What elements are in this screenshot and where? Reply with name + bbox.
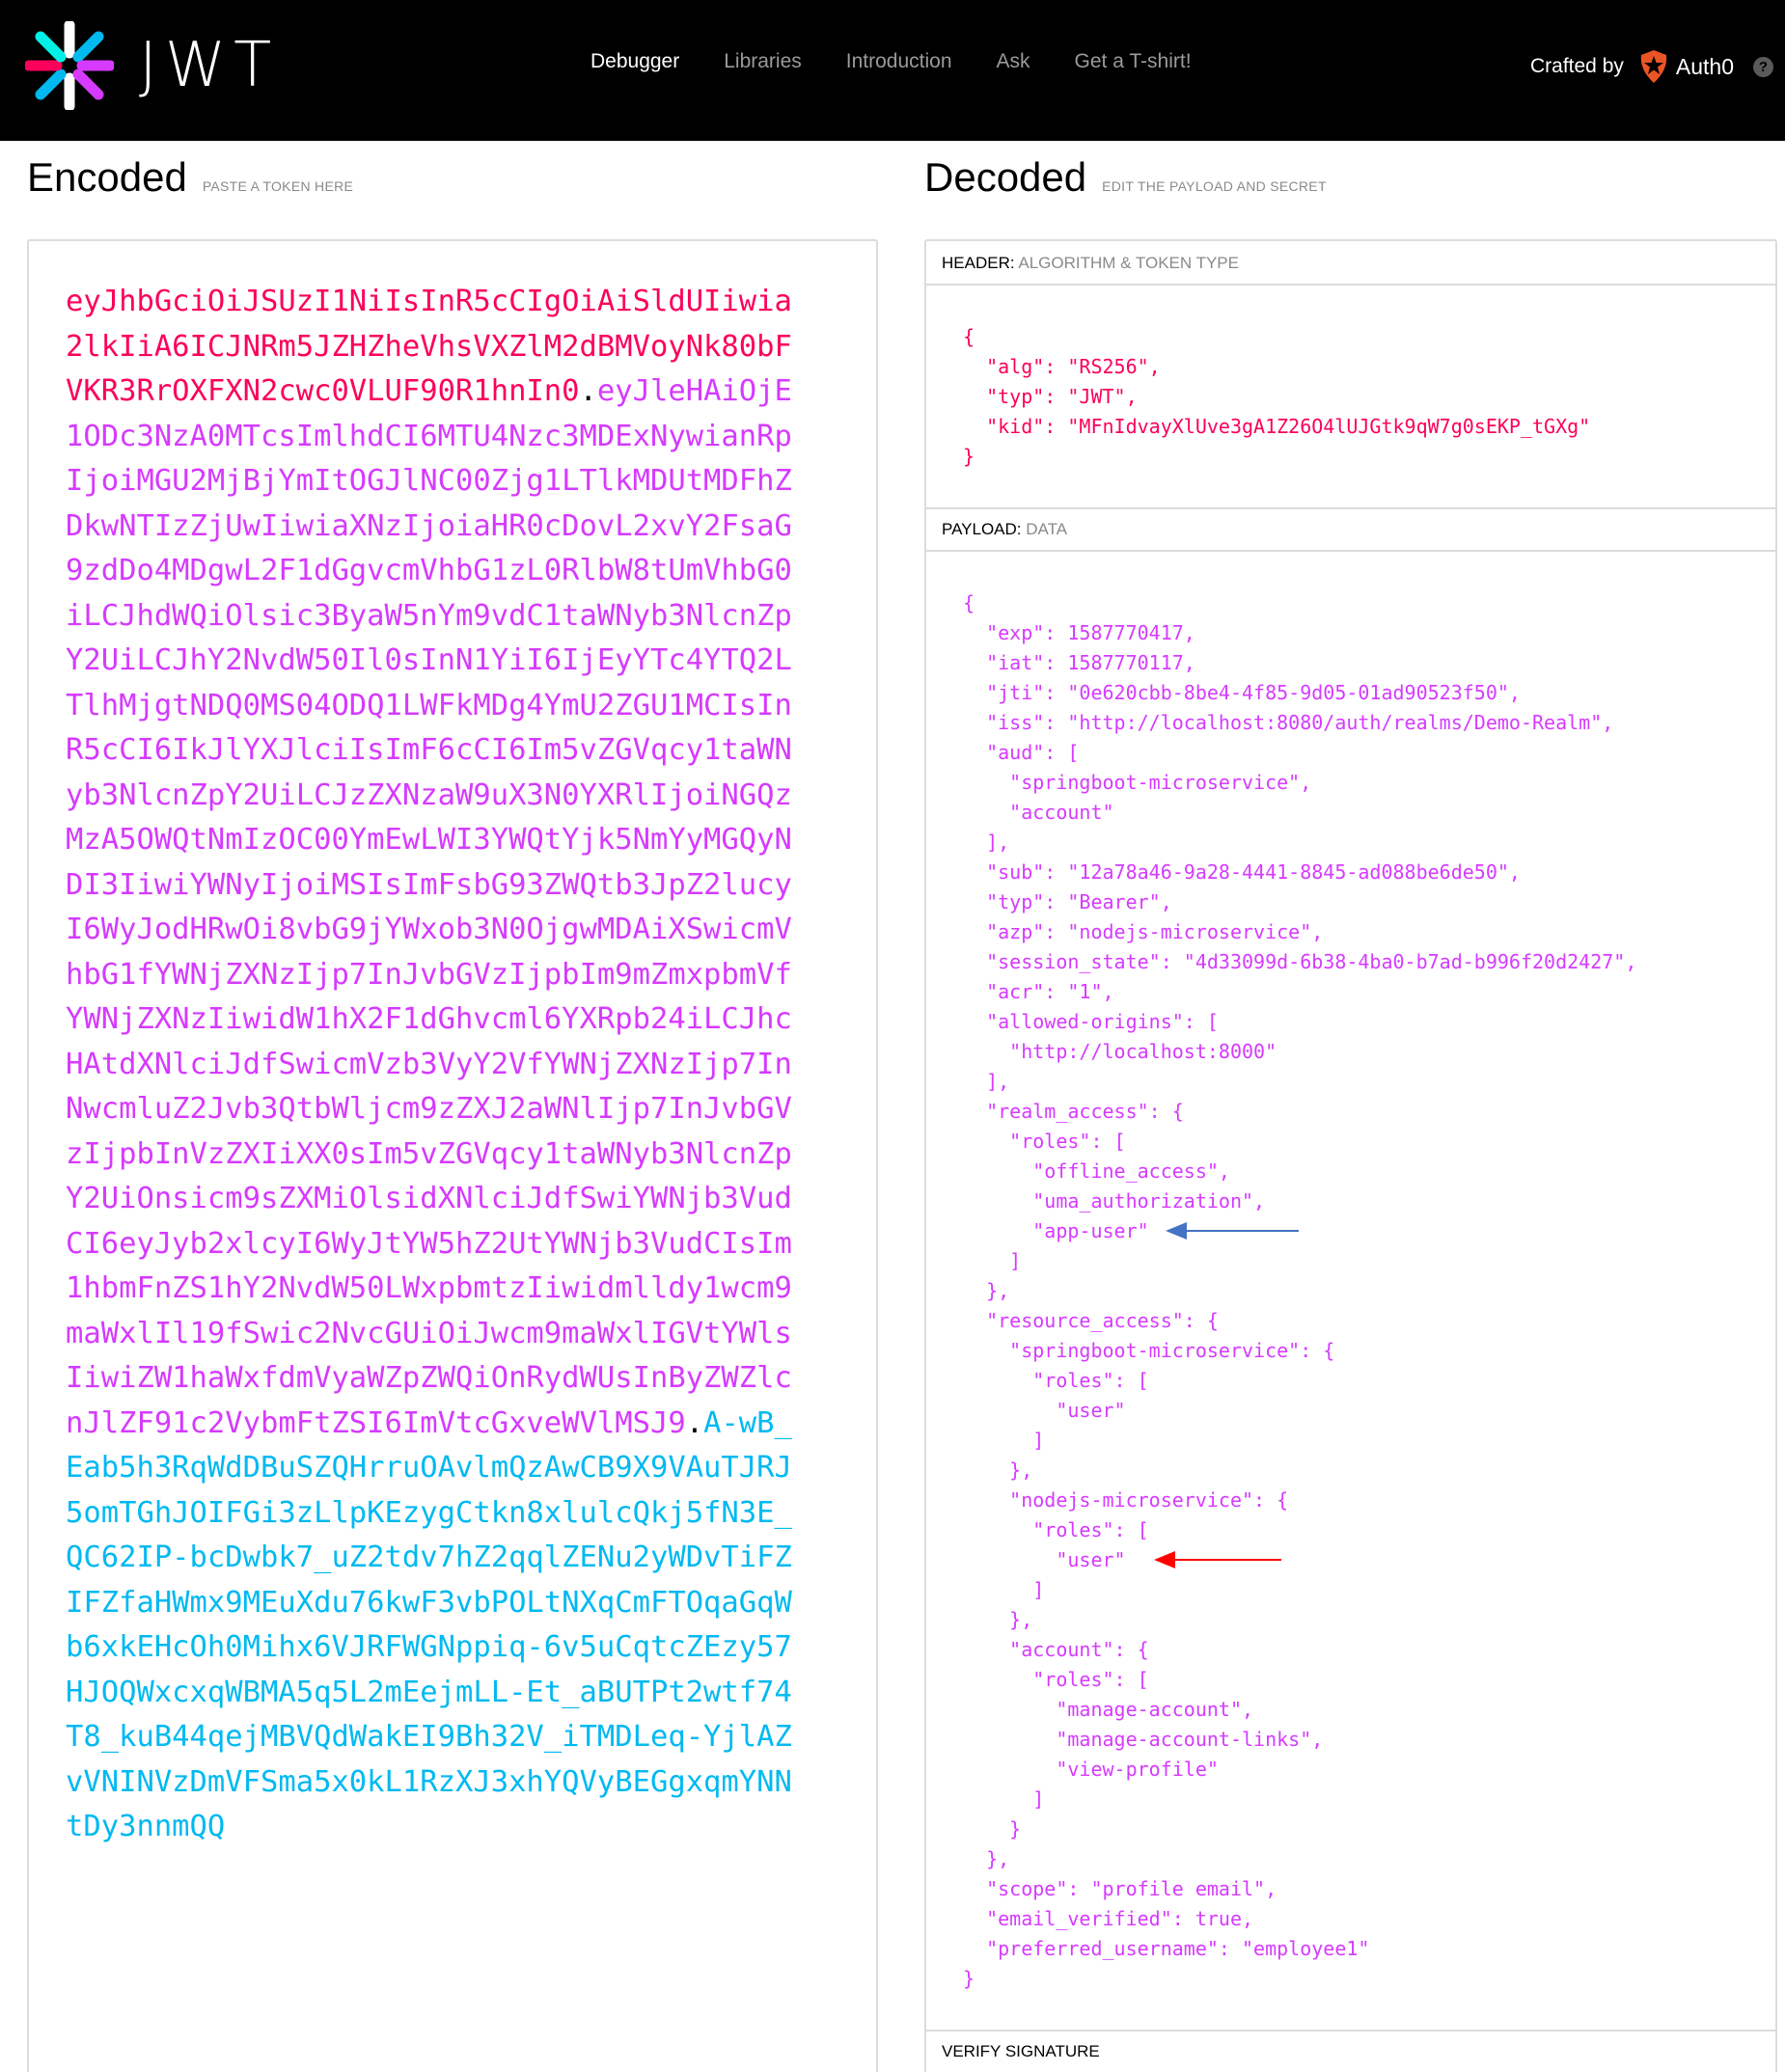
decoded-subtitle: EDIT THE PAYLOAD AND SECRET <box>1102 178 1327 194</box>
json-line: }, <box>963 1608 1033 1631</box>
json-line: "roles": [ <box>963 1369 1149 1392</box>
json-line: }, <box>963 1459 1033 1482</box>
json-line: "azp": "nodejs-microservice", <box>963 920 1324 943</box>
json-line: "realm_access": { <box>963 1100 1184 1123</box>
nav-link-introduction[interactable]: Introduction <box>846 50 952 73</box>
json-line: { <box>963 591 975 614</box>
json-line: "view-profile" <box>963 1758 1219 1781</box>
json-line: "email_verified": true, <box>963 1907 1254 1930</box>
json-line: }, <box>963 1847 1010 1870</box>
token-separator: . <box>685 1405 704 1440</box>
json-line: "exp": 1587770417, <box>963 621 1195 644</box>
crafted-by[interactable]: Crafted by Auth0 ? <box>1530 50 1773 83</box>
json-line: "preferred_username": "employee1" <box>963 1937 1370 1960</box>
payload-label: PAYLOAD: <box>942 520 1022 538</box>
encoded-heading: Encoded PASTE A TOKEN HERE <box>27 154 353 201</box>
json-line: ] <box>963 1578 1045 1601</box>
json-line: "resource_access": { <box>963 1309 1219 1332</box>
json-line: "roles": [ <box>963 1130 1126 1153</box>
json-line: "typ": "JWT", <box>963 385 1138 408</box>
red-arrow-annotation <box>1154 1551 1281 1568</box>
nav-link-libraries[interactable]: Libraries <box>724 50 802 73</box>
header-description: ALGORITHM & TOKEN TYPE <box>1018 254 1239 272</box>
json-line: "account": { <box>963 1638 1149 1661</box>
token-signature-part: A-wB_Eab5h3RqWdDBuSZQHrruOAvlmQzAwCB9X9V… <box>66 1405 792 1844</box>
json-line: "uma_authorization", <box>963 1189 1266 1213</box>
token-payload-part: eyJleHAiOjE1ODc3NzA0MTcsImlhdCI6MTU4Nzc3… <box>66 374 792 1440</box>
token-separator: . <box>579 374 597 408</box>
auth0-brand: Auth0 <box>1675 53 1734 79</box>
logo-wordmark: JWT <box>139 30 280 101</box>
top-navbar: JWT Debugger Libraries Introduction Ask Get … <box>0 0 1785 141</box>
jwt-logo-icon <box>25 21 114 110</box>
encoded-title: Encoded <box>27 154 187 200</box>
decoded-heading: Decoded EDIT THE PAYLOAD AND SECRET <box>924 154 1327 201</box>
json-line: "scope": "profile email", <box>963 1877 1277 1900</box>
json-line: "http://localhost:8000" <box>963 1040 1277 1063</box>
json-line: "manage-account", <box>963 1698 1254 1721</box>
json-line: "session_state": "4d33099d-6b38-4ba0-b7a… <box>963 950 1637 973</box>
json-line: "kid": "MFnIdvayXlUve3gA1Z26O4lUJGtk9qW7… <box>963 415 1591 438</box>
json-line: } <box>963 1967 975 1990</box>
json-line: "sub": "12a78a46-9a28-4441-8845-ad088be6… <box>963 860 1521 884</box>
json-line: "springboot-microservice", <box>963 771 1312 794</box>
json-line: "manage-account-links", <box>963 1728 1324 1751</box>
auth0-icon <box>1640 50 1667 83</box>
json-line: "iss": "http://localhost:8080/auth/realm… <box>963 711 1614 734</box>
main-nav: Debugger Libraries Introduction Ask Get a T-… <box>590 50 1236 73</box>
json-line: "roles": [ <box>963 1518 1149 1541</box>
nav-link-get-a-t-shirt[interactable]: Get a T-shirt! <box>1075 50 1192 73</box>
jwt-logo[interactable]: JWT <box>25 21 279 110</box>
json-line: }, <box>963 1279 1010 1302</box>
blue-arrow-annotation <box>1166 1222 1299 1240</box>
payload-json-editor[interactable]: { "exp": 1587770417, "iat": 1587770117, … <box>963 588 1636 1994</box>
decoded-panel: HEADER: ALGORITHM & TOKEN TYPE { "alg": … <box>924 239 1777 2072</box>
json-line: ], <box>963 1070 1010 1093</box>
header-section-title: HEADER: ALGORITHM & TOKEN TYPE <box>926 241 1775 286</box>
json-line: { <box>963 325 975 348</box>
encoded-subtitle: PASTE A TOKEN HERE <box>202 178 354 194</box>
encoded-token-text[interactable]: eyJhbGciOiJSUzI1NiIsInR5cCIgOiAiSldUIiwi… <box>66 280 799 1850</box>
json-line: "user" <box>963 1548 1126 1571</box>
crafted-by-label: Crafted by <box>1530 55 1624 77</box>
json-line: ] <box>963 1787 1045 1811</box>
json-line: "account" <box>963 801 1114 824</box>
payload-section-title: PAYLOAD: DATA <box>926 507 1775 552</box>
header-json-editor[interactable]: { "alg": "RS256", "typ": "JWT", "kid": "… <box>963 322 1590 472</box>
json-line: ], <box>963 831 1010 854</box>
json-line: "iat": 1587770117, <box>963 651 1195 674</box>
json-line: ] <box>963 1429 1045 1452</box>
payload-description: DATA <box>1026 520 1068 538</box>
json-line: "alg": "RS256", <box>963 355 1161 378</box>
verify-signature-title: VERIFY SIGNATURE <box>926 2030 1775 2072</box>
json-line: "typ": "Bearer", <box>963 890 1172 913</box>
decoded-title: Decoded <box>924 154 1087 200</box>
json-line: "aud": [ <box>963 741 1080 764</box>
json-line: "offline_access", <box>963 1159 1230 1183</box>
json-line: } <box>963 445 975 468</box>
json-line: "acr": "1", <box>963 980 1114 1003</box>
verify-signature-label: VERIFY SIGNATURE <box>942 2042 1100 2060</box>
json-line: ] <box>963 1249 1022 1272</box>
json-line: "roles": [ <box>963 1668 1149 1691</box>
json-line: "user" <box>963 1399 1126 1422</box>
json-line: "jti": "0e620cbb-8be4-4f85-9d05-01ad9052… <box>963 681 1521 704</box>
header-label: HEADER: <box>942 254 1015 272</box>
help-icon[interactable]: ? <box>1753 56 1773 77</box>
json-line: "allowed-origins": [ <box>963 1010 1219 1033</box>
json-line: "nodejs-microservice": { <box>963 1488 1289 1512</box>
nav-link-debugger[interactable]: Debugger <box>590 50 679 73</box>
json-line: } <box>963 1817 1022 1840</box>
json-line: "springboot-microservice": { <box>963 1339 1335 1362</box>
nav-link-ask[interactable]: Ask <box>997 50 1030 73</box>
encoded-token-editor[interactable]: eyJhbGciOiJSUzI1NiIsInR5cCIgOiAiSldUIiwi… <box>27 239 878 2072</box>
